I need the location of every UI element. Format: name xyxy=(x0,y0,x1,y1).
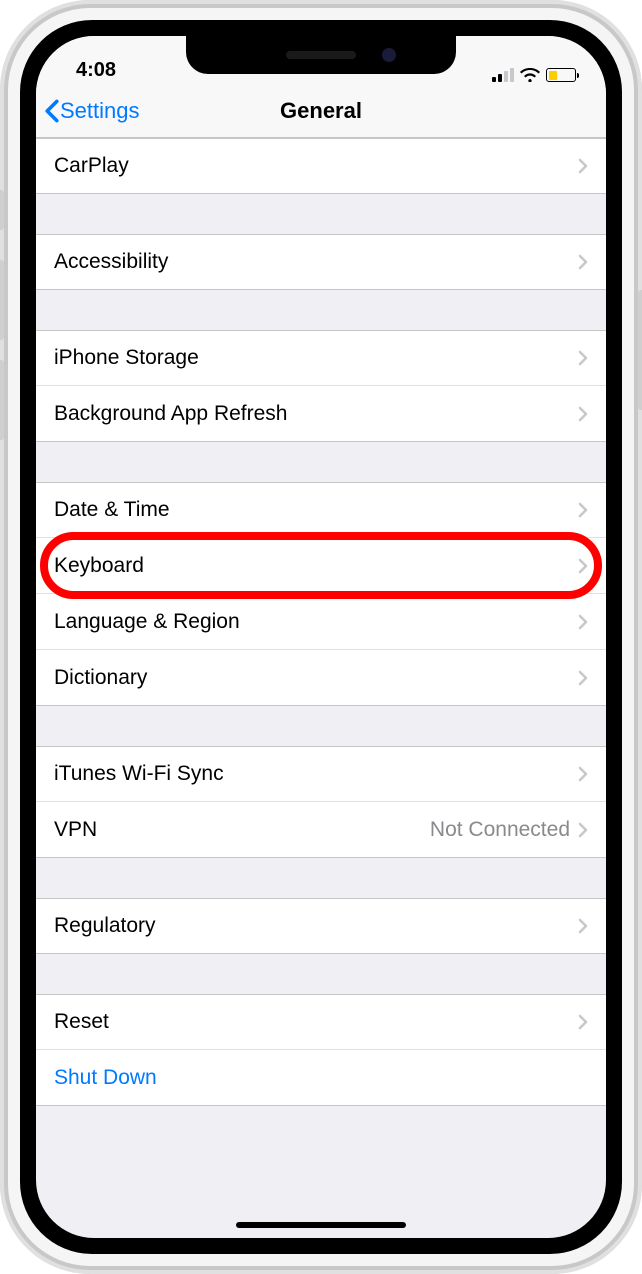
device-bezel: 4:08 xyxy=(20,20,622,1254)
volume-up-button xyxy=(0,260,4,340)
cell-label: Dictionary xyxy=(54,666,147,690)
cell-label: CarPlay xyxy=(54,154,129,178)
chevron-right-icon xyxy=(578,254,588,270)
group-gap xyxy=(36,858,606,898)
chevron-right-icon xyxy=(578,670,588,686)
cell-label: Keyboard xyxy=(54,554,144,578)
cell-date-time[interactable]: Date & Time xyxy=(36,482,606,538)
cell-label: iTunes Wi-Fi Sync xyxy=(54,762,224,786)
cell-iphone-storage[interactable]: iPhone Storage xyxy=(36,330,606,386)
cell-detail: Not Connected xyxy=(430,818,570,842)
cell-regulatory[interactable]: Regulatory xyxy=(36,898,606,954)
cell-vpn[interactable]: VPN Not Connected xyxy=(36,802,606,858)
cell-language-region[interactable]: Language & Region xyxy=(36,594,606,650)
device-frame: 4:08 xyxy=(0,0,642,1274)
settings-group: Accessibility xyxy=(36,234,606,290)
chevron-right-icon xyxy=(578,822,588,838)
settings-group: Date & Time Keyboard Language & Region Dict… xyxy=(36,482,606,706)
chevron-left-icon xyxy=(44,99,60,123)
chevron-right-icon xyxy=(578,766,588,782)
front-camera xyxy=(382,48,396,62)
speaker-grille xyxy=(286,51,356,59)
cell-keyboard[interactable]: Keyboard xyxy=(36,538,606,594)
cell-reset[interactable]: Reset xyxy=(36,994,606,1050)
chevron-right-icon xyxy=(578,918,588,934)
cell-label: iPhone Storage xyxy=(54,346,199,370)
back-button[interactable]: Settings xyxy=(44,98,140,124)
back-label: Settings xyxy=(60,98,140,124)
group-gap xyxy=(36,954,606,994)
chevron-right-icon xyxy=(578,1014,588,1030)
cell-label: Regulatory xyxy=(54,914,156,938)
chevron-right-icon xyxy=(578,158,588,174)
chevron-right-icon xyxy=(578,406,588,422)
settings-group: CarPlay xyxy=(36,138,606,194)
battery-icon xyxy=(546,68,576,82)
settings-group: Reset Shut Down xyxy=(36,994,606,1106)
chevron-right-icon xyxy=(578,614,588,630)
group-gap xyxy=(36,706,606,746)
notch xyxy=(186,36,456,74)
settings-group: Regulatory xyxy=(36,898,606,954)
group-gap xyxy=(36,194,606,234)
group-gap xyxy=(36,290,606,330)
cell-label: Reset xyxy=(54,1010,109,1034)
settings-table: CarPlay Accessibility iPhone Storage Backgr… xyxy=(36,138,606,1106)
cell-label: VPN xyxy=(54,818,97,842)
cell-label: Background App Refresh xyxy=(54,402,287,426)
cell-label: Shut Down xyxy=(54,1066,157,1090)
volume-down-button xyxy=(0,360,4,440)
home-indicator[interactable] xyxy=(236,1222,406,1228)
chevron-right-icon xyxy=(578,350,588,366)
status-icons xyxy=(492,68,576,82)
screen: 4:08 xyxy=(36,36,606,1238)
wifi-icon xyxy=(520,68,540,82)
cell-label: Date & Time xyxy=(54,498,170,522)
status-time: 4:08 xyxy=(76,59,116,82)
settings-group: iTunes Wi-Fi Sync VPN Not Connected xyxy=(36,746,606,858)
cell-label: Accessibility xyxy=(54,250,168,274)
cellular-signal-icon xyxy=(492,68,514,82)
cell-shut-down[interactable]: Shut Down xyxy=(36,1050,606,1106)
group-gap xyxy=(36,442,606,482)
cell-carplay[interactable]: CarPlay xyxy=(36,138,606,194)
mute-switch xyxy=(0,190,4,230)
cell-itunes-wifi-sync[interactable]: iTunes Wi-Fi Sync xyxy=(36,746,606,802)
cell-accessibility[interactable]: Accessibility xyxy=(36,234,606,290)
chevron-right-icon xyxy=(578,558,588,574)
settings-group: iPhone Storage Background App Refresh xyxy=(36,330,606,442)
navigation-bar: Settings General xyxy=(36,84,606,138)
side-button xyxy=(638,290,642,410)
cell-label: Language & Region xyxy=(54,610,240,634)
cell-background-app-refresh[interactable]: Background App Refresh xyxy=(36,386,606,442)
chevron-right-icon xyxy=(578,502,588,518)
cell-dictionary[interactable]: Dictionary xyxy=(36,650,606,706)
battery-fill xyxy=(549,71,558,80)
